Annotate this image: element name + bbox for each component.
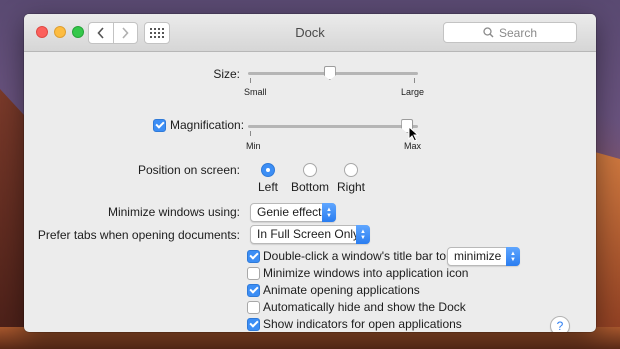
double-click-action-popup[interactable]: minimize ▲ ▼ [447,247,520,266]
minimize-effect-popup[interactable]: Genie effect ▲ ▼ [250,203,336,222]
autohide-checkbox[interactable] [247,301,260,314]
minimize-into-icon-label: Minimize windows into application icon [263,266,469,280]
size-tick-max [414,78,415,83]
mouse-cursor-icon [408,126,420,142]
popup-arrows-icon: ▲ ▼ [356,225,370,244]
autohide-label: Automatically hide and show the Dock [263,300,466,314]
position-bottom-label: Bottom [291,180,330,194]
magnification-max-label: Max [404,141,422,151]
size-slider-knob[interactable] [323,66,336,80]
position-label: Position on screen: [137,163,240,177]
popup-arrows-icon: ▲ ▼ [322,203,336,222]
position-left-label: Left [258,180,279,194]
position-right-radio[interactable] [344,163,358,177]
tabs-preference-popup[interactable]: In Full Screen Only ▲ ▼ [250,225,370,244]
search-icon [483,27,494,38]
magnification-tick-min [250,131,251,136]
help-icon: ? [556,319,564,332]
position-right-label: Right [337,180,366,194]
popup-arrows-icon: ▲ ▼ [506,247,520,266]
size-min-label: Small [244,87,267,97]
search-field[interactable]: Search [443,22,577,43]
dock-preferences-window: Dock Search Size: Small Large Magnificat… [24,14,596,332]
animate-opening-checkbox[interactable] [247,284,260,297]
animate-opening-label: Animate opening applications [263,283,420,297]
magnification-label: Magnification: [170,118,245,132]
size-max-label: Large [401,87,425,97]
magnification-slider-track[interactable] [248,125,418,128]
show-indicators-checkbox[interactable] [247,318,260,331]
double-click-action-value: minimize [454,249,502,263]
minimize-label: Minimize windows using: [107,205,240,219]
double-click-checkbox[interactable] [247,250,260,263]
magnification-min-label: Min [246,141,261,151]
search-placeholder: Search [498,25,538,40]
size-label: Size: [213,67,240,81]
minimize-into-icon-checkbox[interactable] [247,267,260,280]
tabs-label: Prefer tabs when opening documents: [37,228,240,242]
magnification-checkbox[interactable] [153,119,166,132]
double-click-label: Double-click a window's title bar to [263,249,447,263]
help-button[interactable]: ? [550,316,570,332]
show-indicators-label: Show indicators for open applications [263,317,462,331]
size-tick-min [250,78,251,83]
minimize-effect-value: Genie effect [257,205,322,219]
tabs-preference-value: In Full Screen Only [257,227,360,241]
position-left-radio[interactable] [261,163,275,177]
position-bottom-radio[interactable] [303,163,317,177]
title-bar: Dock Search [24,14,596,52]
preferences-content: Size: Small Large Magnification: Min Max… [24,53,596,332]
